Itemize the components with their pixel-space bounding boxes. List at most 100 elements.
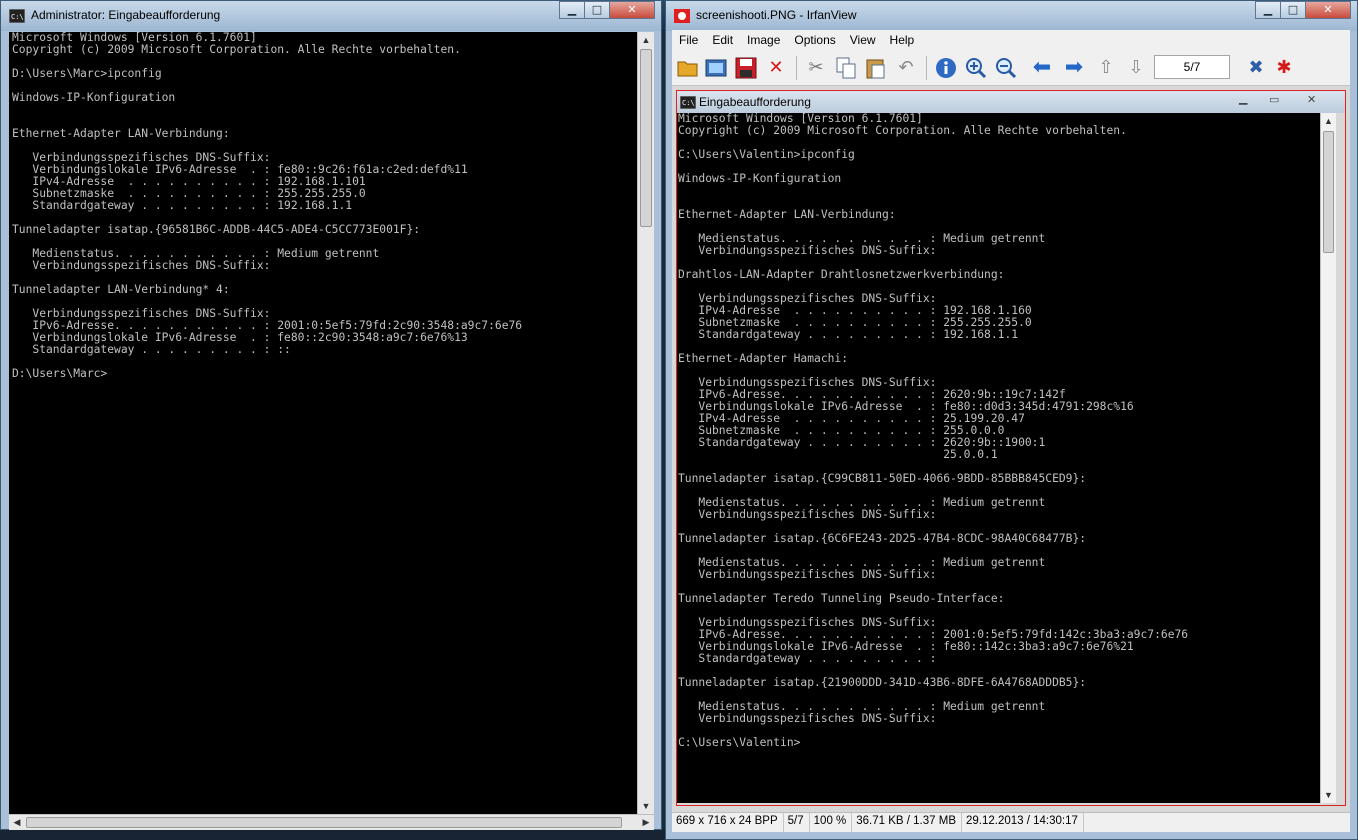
console-line: Ethernet-Adapter Hamachi: xyxy=(678,352,849,365)
scroll-up-icon[interactable]: ▲ xyxy=(638,32,654,48)
copy-icon[interactable] xyxy=(834,56,858,80)
close-icon: ✕ xyxy=(627,3,637,16)
console-line: D:\Users\Marc> xyxy=(12,367,108,380)
console-line: Tunneladapter isatap.{96581B6C-ADDB-44C5… xyxy=(12,223,421,236)
console-line: Tunneladapter isatap.{6C6FE243-2D25-47B4… xyxy=(678,532,1087,545)
status-datetime: 29.12.2013 / 14:30:17 xyxy=(962,813,1084,832)
close-button[interactable]: ✕ xyxy=(609,1,655,19)
info-icon[interactable] xyxy=(934,56,958,80)
status-filesize: 36.71 KB / 1.37 MB xyxy=(852,813,962,832)
minimize-button[interactable]: ▁ xyxy=(1255,1,1281,19)
console-line: Tunneladapter LAN-Verbindung* 4: xyxy=(12,283,230,296)
console-line: Standardgateway . . . . . . . . . : 192.… xyxy=(678,328,1019,341)
next-icon[interactable]: ➡ xyxy=(1062,56,1086,80)
cut-icon[interactable]: ✂ xyxy=(804,56,828,80)
minimize-icon: ▁ xyxy=(1239,93,1248,105)
irfanview-titlebar[interactable]: screenishooti.PNG - IrfanView ▁ □ ✕ xyxy=(666,1,1357,31)
svg-text:C:\: C:\ xyxy=(11,13,24,21)
close-button[interactable]: ✕ xyxy=(1305,1,1351,19)
cmd-app-icon: C:\ xyxy=(9,9,25,23)
console-line: C:\Users\Valentin> xyxy=(678,736,801,749)
console-line: Copyright (c) 2009 Microsoft Corporation… xyxy=(678,124,1127,137)
console-line: Standardgateway . . . . . . . . . : :: xyxy=(12,343,291,356)
scroll-up-icon: ▲ xyxy=(1324,116,1333,126)
console-line: Verbindungsspezifisches DNS-Suffix: xyxy=(678,568,937,581)
cmd-titlebar[interactable]: C:\ Administrator: Eingabeaufforderung ▁… xyxy=(1,1,661,31)
status-dimensions: 669 x 716 x 24 BPP xyxy=(672,813,784,832)
vertical-scrollbar[interactable]: ▲ ▼ xyxy=(637,32,654,814)
maximize-icon: □ xyxy=(591,3,603,16)
maximize-icon: □ xyxy=(1287,3,1299,16)
minimize-icon: ▁ xyxy=(567,3,577,16)
scroll-down-icon[interactable]: ▼ xyxy=(638,798,654,814)
console-line: Ethernet-Adapter LAN-Verbindung: xyxy=(12,127,230,140)
menu-edit[interactable]: Edit xyxy=(705,33,740,47)
console-line: C:\Users\Valentin>ipconfig xyxy=(678,148,855,161)
console-line: Verbindungsspezifisches DNS-Suffix: xyxy=(12,259,271,272)
toolbar-separator xyxy=(796,56,797,80)
minimize-button[interactable]: ▁ xyxy=(559,1,585,19)
irfanview-logo-icon[interactable]: ✱ xyxy=(1272,56,1296,80)
console-line: D:\Users\Marc>ipconfig xyxy=(12,67,162,80)
console-output[interactable]: Microsoft Windows [Version 6.1.7601] Copy… xyxy=(9,32,640,814)
cmd-window-admin: C:\ Administrator: Eingabeaufforderung ▁… xyxy=(0,0,662,830)
page-indicator[interactable]: 5/7 xyxy=(1154,55,1230,79)
menu-view[interactable]: View xyxy=(843,33,883,47)
console-line: Ethernet-Adapter LAN-Verbindung: xyxy=(678,208,896,221)
close-icon: ✕ xyxy=(1307,94,1317,106)
console-line: Verbindungsspezifisches DNS-Suffix: xyxy=(678,712,937,725)
cmd-app-icon: C:\ xyxy=(680,96,696,109)
horizontal-scrollbar[interactable]: ◀ ▶ xyxy=(9,814,654,830)
inner-titlebar: C:\ Eingabeaufforderung ▁ ▭ ✕ xyxy=(677,91,1345,113)
scroll-down-icon: ▼ xyxy=(1324,790,1333,800)
previous-icon[interactable]: ⬅ xyxy=(1030,56,1054,80)
settings-icon[interactable]: ✖ xyxy=(1244,56,1268,80)
menu-bar: File Edit Image Options View Help xyxy=(672,30,1350,50)
undo-icon[interactable]: ↶ xyxy=(894,56,918,80)
first-page-icon[interactable]: ⇧ xyxy=(1094,56,1118,80)
console-line: Standardgateway . . . . . . . . . : 192.… xyxy=(12,199,353,212)
save-icon[interactable] xyxy=(734,56,758,80)
menu-help[interactable]: Help xyxy=(883,33,922,47)
status-zoom: 100 % xyxy=(810,813,853,832)
paste-icon[interactable] xyxy=(864,56,888,80)
open-folder-icon[interactable] xyxy=(676,56,700,80)
menu-file[interactable]: File xyxy=(672,33,705,47)
minimize-icon: ▁ xyxy=(1263,3,1273,16)
console-line: Tunneladapter isatap.{C99CB811-50ED-4066… xyxy=(678,472,1087,485)
menu-options[interactable]: Options xyxy=(787,33,842,47)
console-line: Copyright (c) 2009 Microsoft Corporation… xyxy=(12,43,461,56)
console-line: Windows-IP-Konfiguration xyxy=(12,91,176,104)
irfanview-app-icon xyxy=(674,9,690,23)
console-line: Drahtlos-LAN-Adapter Drahtlosnetzwerkver… xyxy=(678,268,1005,281)
inner-console-output: Microsoft Windows [Version 6.1.7601] Copy… xyxy=(677,113,1320,803)
toolbar: ✕ ✂ ↶ ⬅ ➡ ⇧ ⇩ ✖ ✱ xyxy=(672,50,1350,86)
maximize-button[interactable]: □ xyxy=(584,1,610,19)
window-title: screenishooti.PNG - IrfanView xyxy=(696,8,857,22)
scrollbar-thumb xyxy=(1323,131,1334,253)
scrollbar-thumb[interactable] xyxy=(26,817,622,828)
inner-vertical-scrollbar: ▲ ▼ xyxy=(1320,113,1336,803)
status-page: 5/7 xyxy=(784,813,810,832)
console-line: 25.0.0.1 xyxy=(678,448,998,461)
zoom-in-icon[interactable] xyxy=(964,56,988,80)
slideshow-icon[interactable] xyxy=(704,56,728,80)
console-line: Windows-IP-Konfiguration xyxy=(678,172,842,185)
console-line: Tunneladapter isatap.{21900DDD-341D-43B6… xyxy=(678,676,1087,689)
inner-window-title: Eingabeaufforderung xyxy=(699,95,811,109)
scrollbar-thumb[interactable] xyxy=(640,49,652,227)
maximize-icon: ▭ xyxy=(1269,94,1280,106)
menu-image[interactable]: Image xyxy=(740,33,787,47)
scroll-left-icon[interactable]: ◀ xyxy=(9,815,25,830)
delete-icon[interactable]: ✕ xyxy=(764,56,788,80)
last-page-icon[interactable]: ⇩ xyxy=(1124,56,1148,80)
scroll-right-icon[interactable]: ▶ xyxy=(638,815,654,830)
window-title: Administrator: Eingabeaufforderung xyxy=(31,8,221,22)
zoom-out-icon[interactable] xyxy=(994,56,1018,80)
status-bar: 669 x 716 x 24 BPP 5/7 100 % 36.71 KB / … xyxy=(672,812,1350,832)
console-line: Verbindungsspezifisches DNS-Suffix: xyxy=(678,244,937,257)
console-line: Standardgateway . . . . . . . . . : xyxy=(678,652,937,665)
svg-text:C:\: C:\ xyxy=(682,99,695,107)
maximize-button[interactable]: □ xyxy=(1280,1,1306,19)
